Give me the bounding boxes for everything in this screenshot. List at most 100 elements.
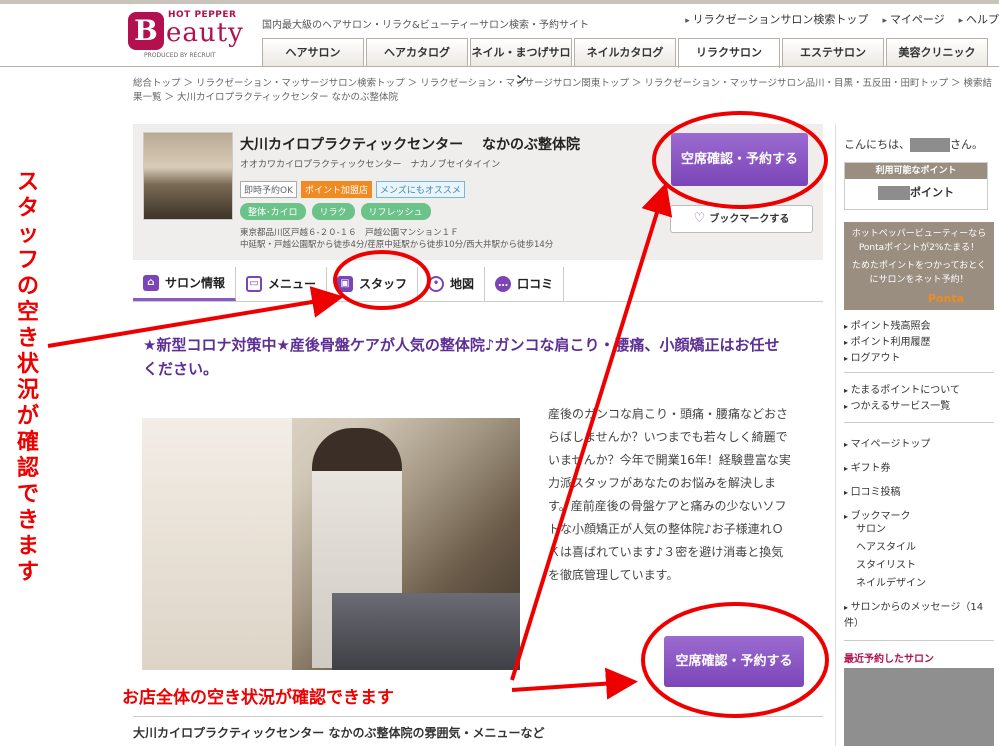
salon-address: 東京都品川区戸越６-２０-１６ 戸越公園マンション１Ｆ 中延駅・戸越公園駅から徒… [240,227,553,251]
logo-beauty-text: eauty [166,18,244,48]
subtab-label: 口コミ [517,277,554,291]
tab-beauty-clinic[interactable]: 美容クリニック [886,38,988,66]
arrow-to-reserve-bottom [511,667,638,700]
section-divider [133,716,823,717]
bookmark-salon-link[interactable]: サロン [844,521,926,539]
tab-hair-catalog[interactable]: ヘアカタログ [366,38,468,66]
mypage-links: マイページトップ ギフト券 口コミ投稿 ブックマーク [844,433,931,525]
access-line: 中延駅・戸越公園駅から徒歩4分/荏原中延駅から徒歩10分/西大井駅から徒歩14分 [240,240,554,250]
catch-copy: ★新型コロナ対策中★産後骨盤ケアが人気の整体院♪ガンコな肩こり・腰痛、小顔矯正は… [143,336,780,378]
salon-description: 産後のガンコな肩こり・頭痛・腰痛などおさらばしませんか？いつまでも若々しく綺麗で… [548,407,791,582]
points-balance-link[interactable]: ポイント残高照会 [844,319,931,335]
greet-suffix: さん。 [950,138,983,151]
heart-icon: ♡ [693,211,706,226]
header-links: リラクゼーションサロン検索トップ マイページ ヘルプ [685,11,999,27]
subtab-label: 地図 [450,277,475,291]
bookmark-stylist-link[interactable]: スタイリスト [844,557,926,575]
map-pin-icon: • [428,276,445,292]
message-links: サロンからのメッセージ（14件） [844,600,984,632]
salon-messages-link[interactable]: サロンからのメッセージ（14件） [844,600,984,632]
tab-relax-salon[interactable]: リラクサロン [678,38,780,68]
sidebar-divider [844,422,994,423]
mypage-link[interactable]: マイページ [882,11,945,27]
point-member-tag: ポイント加盟店 [301,181,373,198]
subtab-label: スタッフ [359,277,408,291]
masked-username [910,138,950,152]
relax-search-top-link[interactable]: リラクゼーションサロン検索トップ [685,11,869,27]
genre-pill: リラク [311,203,355,220]
subtab-salon-info[interactable]: ⌂ サロン情報 [133,267,237,301]
reserve-button-top[interactable]: 空席確認・予約する [671,133,808,186]
top-border [0,0,999,4]
points-header: 利用可能なポイント [845,163,987,179]
bookmark-hairstyle-link[interactable]: ヘアスタイル [844,539,926,557]
bookmark-sublinks: サロン ヘアスタイル スタイリスト ネイルデザイン [844,521,926,593]
points-history-link[interactable]: ポイント利用履歴 [844,335,931,351]
ponta-logo: Ponta [928,292,965,305]
masked-points [878,186,910,200]
site-tagline: 国内最大級のヘアサロン・リラク&ビューティーサロン検索・予約サイト [262,20,589,31]
tab-nail-catalog[interactable]: ネイルカタログ [574,38,676,66]
annotation-shop-availability: お店全体の空き状況が確認できます [122,688,394,708]
hotpepper-beauty-logo[interactable]: B HOT PEPPER eauty PRODUCED BY RECRUIT [128,10,243,60]
subtabs-divider [133,301,823,302]
subtab-label: メニュー [268,277,317,291]
points-suffix: ポイント [910,186,954,199]
bookmark-label: ブックマークする [709,214,790,225]
salon-genre-pills: 整体･カイロ リラク リフレッシュ [240,203,431,220]
logout-link[interactable]: ログアウト [844,351,931,367]
reserve-button-bottom[interactable]: 空席確認・予約する [664,636,804,687]
points-links: ポイント残高照会 ポイント利用履歴 ログアウト [844,319,931,367]
salon-thumbnail[interactable] [143,132,233,220]
ponta-text-1: ホットペッパービューティーなら [851,229,987,239]
address-line: 東京都品川区戸越６-２０-１６ 戸越公園マンション１Ｆ [240,228,459,238]
points-value: ポイント [845,179,987,207]
logo-produced-by: PRODUCED BY RECRUIT [144,52,216,59]
greet-prefix: こんにちは、 [844,138,910,151]
recent-booking-title: 最近予約したサロン [844,654,934,665]
points-info-links: たまるポイントについて つかえるサービス一覧 [844,383,960,415]
instant-booking-tag: 即時予約OK [240,181,297,198]
services-list-link[interactable]: つかえるサービス一覧 [844,399,960,415]
annotation-staff-availability: スタッフの空き状況が確認できます [16,170,39,585]
subtab-menu[interactable]: ▭ メニュー [236,267,328,301]
sidebar-divider [844,372,994,373]
salon-tags: 即時予約OK ポイント加盟店 メンズにもオススメ [240,181,465,198]
subtab-reviews[interactable]: … 口コミ [485,267,565,301]
header-divider [0,66,999,67]
subtab-label: サロン情報 [165,275,226,290]
photo-patient [332,593,520,670]
review-post-link[interactable]: 口コミ投稿 [844,481,930,505]
gift-card-link[interactable]: ギフト券 [844,457,930,481]
logo-b-mark: B [128,12,164,50]
tab-esthetic-salon[interactable]: エステサロン [782,38,884,66]
ponta-banner[interactable]: ホットペッパービューティーなら Pontaポイントが2%たまる！ ためたポイント… [844,222,994,310]
right-sidebar: こんにちは、 さん。 利用可能なポイント ポイント ホットペッパービューティーなら… [835,124,999,746]
section-title: 大川カイロプラクティックセンター なかのぶ整体院の雰囲気・メニューなど [133,726,545,740]
points-box: 利用可能なポイント ポイント [844,162,988,210]
recent-salon-image[interactable] [844,668,994,746]
bookmark-nail-link[interactable]: ネイルデザイン [844,575,926,593]
sidebar-divider [844,640,994,641]
staff-card-icon: ▣ [337,276,354,292]
subtab-staff[interactable]: ▣ スタッフ [327,267,419,301]
greeting: こんにちは、 さん。 [844,136,983,152]
book-icon: ▭ [246,276,263,292]
mens-recommend-tag: メンズにもオススメ [376,181,465,198]
subtab-map[interactable]: • 地図 [418,267,486,301]
mypage-top-link[interactable]: マイページトップ [844,433,931,457]
breadcrumb[interactable]: 総合トップ ＞ リラクゼーション・マッサージサロン検索トップ ＞ リラクゼーショ… [133,77,993,105]
ponta-text-3: ためたポイントをつかっておとくにサロンをネット予約！ [851,261,986,285]
ponta-text-2: Pontaポイントが2%たまる！ [858,243,980,253]
genre-pill: 整体･カイロ [240,203,306,220]
home-icon: ⌂ [143,274,159,291]
tab-nail-eyelash[interactable]: ネイル・まつげサロン [470,38,572,86]
salon-name: 大川カイロプラクティックセンター なかのぶ整体院 [240,137,581,153]
chat-icon: … [495,276,512,292]
bookmark-button[interactable]: ♡ ブックマークする [670,205,813,233]
tab-hair-salon[interactable]: ヘアサロン [262,38,364,66]
help-link[interactable]: ヘルプ [959,11,999,27]
about-points-link[interactable]: たまるポイントについて [844,383,960,399]
salon-kana: オオカワカイロプラクティックセンター ナカノブセイタイイン [240,160,501,170]
salon-treatment-photo [142,418,520,670]
